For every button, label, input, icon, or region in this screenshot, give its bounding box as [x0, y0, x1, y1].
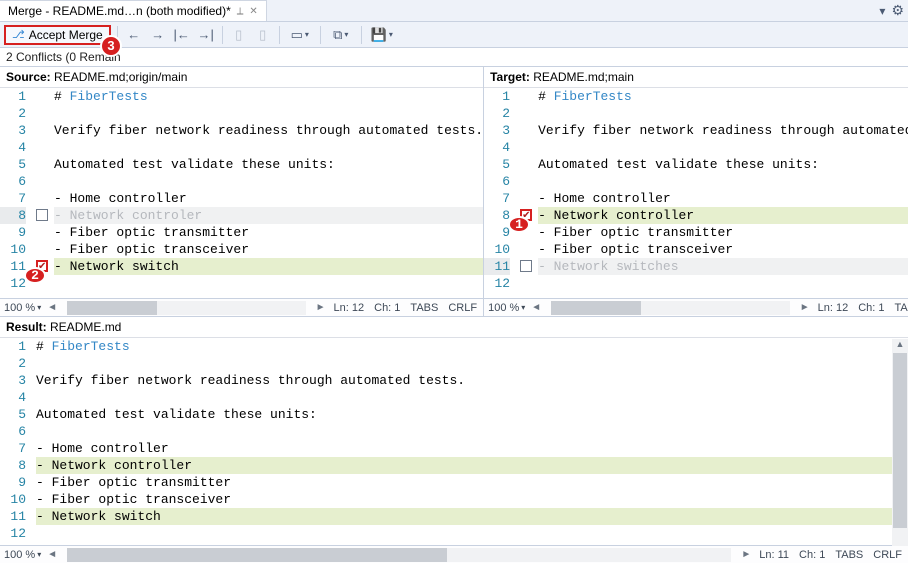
code-line[interactable]: Automated test validate these units:: [36, 406, 908, 423]
code-line[interactable]: - Fiber optic transmitter: [54, 224, 483, 241]
zoom-dropdown[interactable]: 100 %▾: [0, 302, 45, 314]
code-line[interactable]: - Network switch: [36, 508, 908, 525]
tab-title: Merge - README.md…n (both modified)*: [8, 4, 231, 18]
code-line[interactable]: - Home controller: [54, 190, 483, 207]
callout-3: 3: [100, 35, 122, 57]
horizontal-scrollbar[interactable]: ◄►: [529, 301, 811, 315]
code-line[interactable]: - Network controler: [54, 207, 483, 224]
source-editor[interactable]: 123456789101112 # FiberTestsVerify fiber…: [0, 88, 483, 298]
indent-indicator[interactable]: TABS: [895, 302, 908, 314]
source-pane: Source: README.md;origin/main 1234567891…: [0, 67, 484, 316]
code-line[interactable]: [36, 355, 908, 372]
conflict-checkbox[interactable]: [520, 260, 532, 272]
result-status-bar: 100 %▾ ◄► Ln: 11 Ch: 1 TABS CRLF: [0, 545, 908, 563]
code-line[interactable]: [36, 525, 908, 542]
tab-strip-right: ▾ ⚙: [879, 0, 908, 21]
close-icon[interactable]: ✕: [249, 6, 257, 17]
source-status-bar: 100 %▾ ◄► Ln: 12 Ch: 1 TABS CRLF: [0, 298, 483, 316]
next-diff-button[interactable]: →|: [196, 25, 216, 45]
code-line[interactable]: 2- Network switch: [54, 258, 483, 275]
merge-toolbar: ⎇ Accept Merge 3 ← → |← →| ▯ ▯ ▭▾ ⧉▾ 💾▾: [0, 22, 908, 48]
target-editor[interactable]: 123456789101112 # FiberTestsVerify fiber…: [484, 88, 908, 298]
code-line[interactable]: - Home controller: [36, 440, 908, 457]
code-line[interactable]: - Network switches: [538, 258, 908, 275]
code-line[interactable]: - Fiber optic transceiver: [538, 241, 908, 258]
next-conflict-button[interactable]: →: [148, 25, 168, 45]
eol-indicator[interactable]: CRLF: [448, 302, 477, 314]
code-line[interactable]: # FiberTests: [538, 88, 908, 105]
code-line[interactable]: Verify fiber network readiness through a…: [54, 122, 483, 139]
zoom-dropdown[interactable]: 100 %▾: [484, 302, 529, 314]
prev-conflict-button[interactable]: ←: [124, 25, 144, 45]
gear-icon[interactable]: ⚙: [891, 2, 904, 19]
code-line[interactable]: [54, 139, 483, 156]
code-line[interactable]: - Home controller: [538, 190, 908, 207]
layout-panels-button[interactable]: ▭▾: [286, 25, 314, 45]
code-line[interactable]: - Network controller: [36, 457, 908, 474]
document-tab[interactable]: Merge - README.md…n (both modified)* ⟂ ✕: [0, 0, 267, 21]
line-indicator: Ln: 12: [334, 302, 365, 314]
col-indicator: Ch: 1: [858, 302, 884, 314]
merge-panes: Source: README.md;origin/main 1234567891…: [0, 66, 908, 316]
indent-indicator[interactable]: TABS: [410, 302, 438, 314]
col-indicator: Ch: 1: [374, 302, 400, 314]
code-line[interactable]: [538, 275, 908, 292]
horizontal-scrollbar[interactable]: ◄►: [45, 301, 327, 315]
callout-1: 1: [508, 216, 530, 233]
compare-mode-button[interactable]: ⧉▾: [327, 25, 355, 45]
code-line[interactable]: # FiberTests: [36, 338, 908, 355]
separator: [279, 26, 280, 44]
horizontal-scrollbar[interactable]: ◄►: [45, 548, 753, 562]
callout-2: 2: [24, 267, 46, 284]
source-header: Source: README.md;origin/main: [0, 67, 483, 88]
conflict-checkbox[interactable]: [36, 209, 48, 221]
target-pane: Target: README.md;main 123456789101112 #…: [484, 67, 908, 316]
line-indicator: Ln: 12: [818, 302, 849, 314]
code-line[interactable]: - Fiber optic transmitter: [36, 474, 908, 491]
target-header: Target: README.md;main: [484, 67, 908, 88]
code-line[interactable]: [54, 173, 483, 190]
code-line[interactable]: # FiberTests: [54, 88, 483, 105]
separator: [320, 26, 321, 44]
result-editor[interactable]: 123456789101112 # FiberTestsVerify fiber…: [0, 338, 908, 545]
result-header: Result: README.md: [0, 317, 908, 338]
code-line[interactable]: - Fiber optic transceiver: [36, 491, 908, 508]
accept-merge-label: Accept Merge: [29, 28, 103, 42]
tab-strip: Merge - README.md…n (both modified)* ⟂ ✕…: [0, 0, 908, 22]
code-line[interactable]: [538, 139, 908, 156]
vertical-scrollbar[interactable]: ▲: [892, 339, 908, 546]
separator: [222, 26, 223, 44]
code-line[interactable]: 1- Network controller: [538, 207, 908, 224]
code-line[interactable]: - Fiber optic transmitter: [538, 224, 908, 241]
overflow-icon[interactable]: ▾: [879, 4, 885, 18]
code-line[interactable]: Automated test validate these units:: [538, 156, 908, 173]
prev-diff-button[interactable]: |←: [172, 25, 192, 45]
pin-icon[interactable]: ⟂: [237, 6, 244, 17]
merge-icon: ⎇: [12, 28, 25, 41]
accept-merge-button[interactable]: ⎇ Accept Merge 3: [4, 25, 111, 45]
code-line[interactable]: [54, 105, 483, 122]
save-button[interactable]: 💾▾: [368, 25, 396, 45]
code-line[interactable]: [36, 389, 908, 406]
code-line[interactable]: [54, 275, 483, 292]
layout-left-icon[interactable]: ▯: [229, 25, 249, 45]
conflicts-count: 2 Conflicts (0 Remain: [0, 48, 908, 66]
code-line[interactable]: [538, 173, 908, 190]
target-status-bar: 100 %▾ ◄► Ln: 12 Ch: 1 TABS CRLF: [484, 298, 908, 316]
code-line[interactable]: Automated test validate these units:: [54, 156, 483, 173]
code-line[interactable]: [36, 423, 908, 440]
code-line[interactable]: - Fiber optic transceiver: [54, 241, 483, 258]
code-line[interactable]: Verify fiber network readiness through a…: [36, 372, 908, 389]
separator: [361, 26, 362, 44]
layout-right-icon[interactable]: ▯: [253, 25, 273, 45]
result-pane: Result: README.md 123456789101112 # Fibe…: [0, 316, 908, 563]
code-line[interactable]: [538, 105, 908, 122]
code-line[interactable]: Verify fiber network readiness through a…: [538, 122, 908, 139]
